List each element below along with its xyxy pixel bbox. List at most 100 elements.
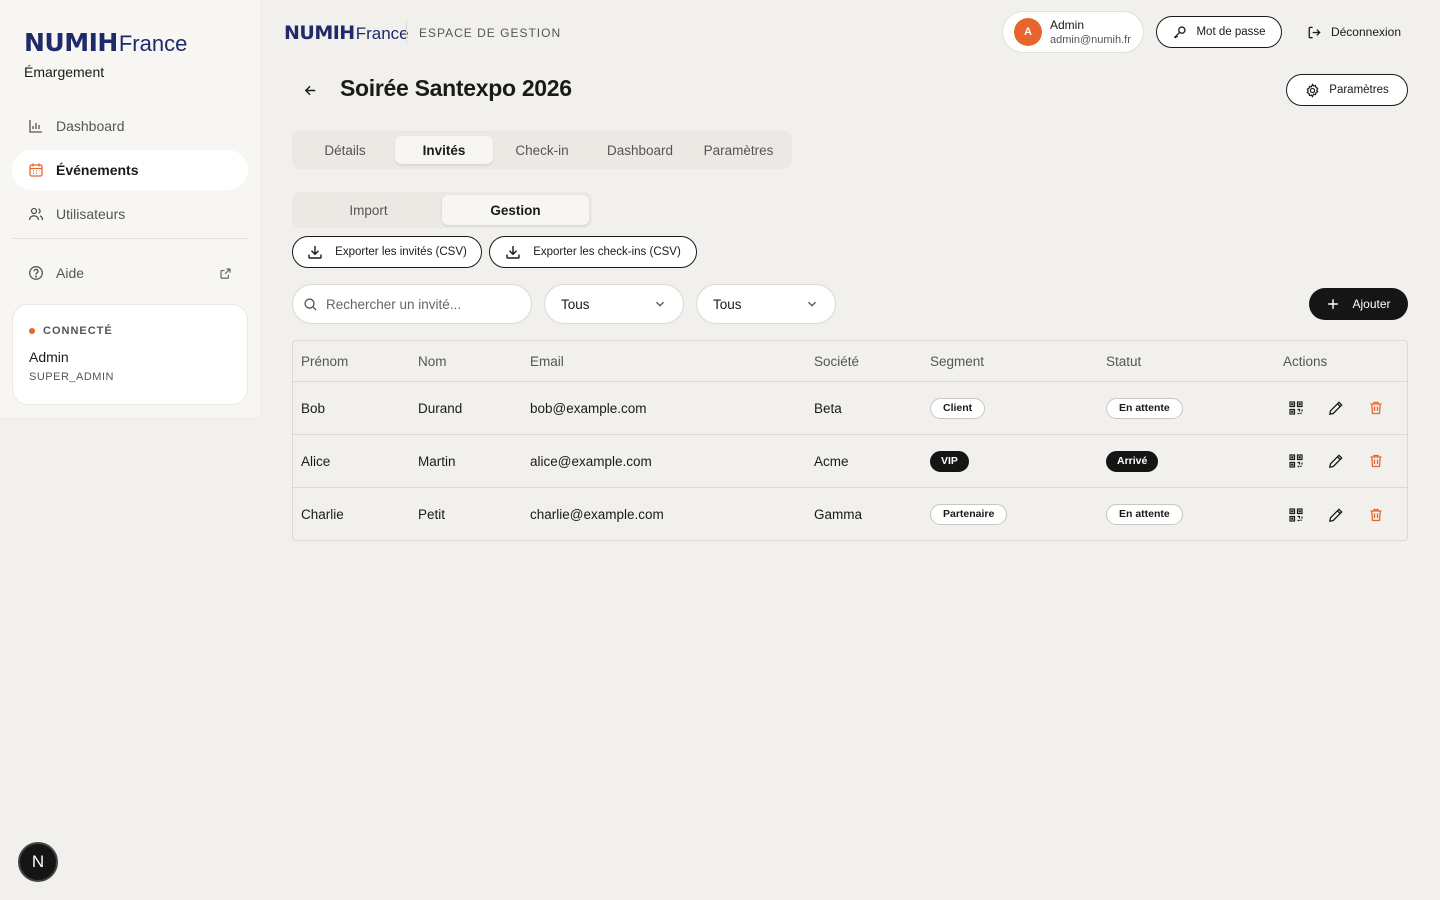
segment-badge: Partenaire — [930, 504, 1008, 525]
sidebar-nav: Dashboard Événements Utilisateurs Aide — [12, 106, 248, 297]
account-name: Admin — [1050, 18, 1085, 32]
logout-button[interactable]: Déconnexion — [1296, 16, 1412, 48]
column-header[interactable]: Société — [806, 354, 922, 369]
trash-icon — [1370, 508, 1382, 521]
header-section-label: ESPACE DE GESTION — [419, 26, 562, 40]
cell-status: En attente — [1098, 397, 1275, 419]
logo-main: NUMIH — [24, 28, 118, 57]
key-icon — [1174, 25, 1187, 38]
logout-icon — [1308, 26, 1321, 38]
column-header[interactable]: Segment — [922, 354, 1098, 369]
delete-button[interactable] — [1365, 397, 1387, 419]
sidebar-item-dashboard[interactable]: Dashboard — [12, 106, 248, 146]
segment-filter-select[interactable]: Tous — [544, 284, 684, 324]
trash-icon — [1370, 401, 1382, 415]
back-button[interactable] — [298, 78, 322, 102]
subtab-import[interactable]: Import — [295, 195, 442, 225]
gear-icon — [1306, 82, 1319, 98]
qr-code-button[interactable] — [1285, 450, 1307, 472]
event-settings-button[interactable]: Paramètres — [1286, 74, 1408, 106]
chevron-down-icon — [808, 301, 816, 307]
guest-subtabs: Import Gestion — [292, 192, 592, 228]
export-checkins-label: Exporter les check-ins (CSV) — [533, 246, 681, 258]
qr-code-icon — [1289, 401, 1303, 415]
pencil-icon — [1328, 507, 1343, 522]
search-input[interactable] — [326, 296, 516, 312]
event-tabs: Détails Invités Check-in Dashboard Param… — [292, 131, 792, 169]
logout-label: Déconnexion — [1330, 25, 1402, 39]
logo: NUMIH France — [24, 28, 187, 57]
add-guest-label: Ajouter — [1352, 297, 1391, 311]
pencil-icon — [1328, 401, 1343, 416]
help-icon — [29, 266, 43, 280]
help-left: Aide — [28, 265, 84, 281]
users-icon — [28, 207, 44, 221]
cell-first-name: Bob — [301, 400, 326, 416]
qr-code-button[interactable] — [1285, 397, 1307, 419]
logo-sub: France — [355, 24, 409, 43]
cell-email: charlie@example.com — [530, 507, 664, 522]
status-dot — [29, 328, 35, 334]
tab-parametres[interactable]: Paramètres — [689, 136, 788, 164]
change-password-button[interactable]: Mot de passe — [1156, 16, 1282, 48]
guests-table: Prénom Nom Email Société Segment Statut … — [292, 340, 1408, 541]
logo-main: NUMIH — [284, 22, 355, 44]
dev-tools-badge[interactable]: N — [18, 842, 58, 882]
sidebar-item-label: Dashboard — [56, 118, 125, 134]
edit-button[interactable] — [1325, 504, 1347, 526]
search-icon — [304, 297, 317, 311]
sidebar-item-utilisateurs[interactable]: Utilisateurs — [12, 194, 248, 234]
arrow-left-icon — [304, 85, 315, 95]
trash-icon — [1370, 454, 1382, 468]
account-email: admin@numih.fr — [1050, 34, 1131, 46]
sidebar-item-label: Aide — [56, 265, 85, 281]
qr-code-button[interactable] — [1285, 504, 1307, 526]
column-header[interactable]: Nom — [410, 354, 522, 369]
session-user-role: SUPER_ADMIN — [29, 371, 114, 383]
cell-company: Beta — [814, 400, 842, 416]
tab-check-in[interactable]: Check-in — [493, 136, 591, 164]
select-value: Tous — [713, 296, 742, 312]
sidebar-item-aide[interactable]: Aide — [12, 253, 248, 293]
status-filter-select[interactable]: Tous — [696, 284, 836, 324]
column-header[interactable]: Email — [522, 354, 806, 369]
column-header: Actions — [1283, 353, 1328, 369]
tab-details[interactable]: Détails — [295, 136, 395, 164]
column-header[interactable]: Prénom — [293, 354, 410, 369]
account-chip[interactable]: A Admin admin@numih.fr — [1002, 11, 1144, 53]
edit-button[interactable] — [1325, 450, 1347, 472]
column-header[interactable]: Statut — [1098, 354, 1275, 369]
sidebar-item-evenements[interactable]: Événements — [12, 150, 248, 190]
cell-segment: VIP — [922, 450, 1098, 472]
cell-actions — [1275, 397, 1405, 419]
cell-segment: Client — [922, 397, 1098, 419]
cell-company: Gamma — [814, 507, 863, 522]
status-badge: Arrivé — [1106, 450, 1159, 472]
delete-button[interactable] — [1365, 504, 1387, 526]
export-checkins-button[interactable]: Exporter les check-ins (CSV) — [489, 236, 697, 268]
table-row: Bob Durand bob@example.com Beta Client E… — [293, 382, 1407, 435]
plus-icon — [1328, 299, 1339, 309]
tab-invites[interactable]: Invités — [395, 136, 493, 164]
status-badge: En attente — [1106, 397, 1183, 419]
sidebar-item-label: Événements — [56, 162, 139, 178]
tab-dashboard[interactable]: Dashboard — [591, 136, 689, 164]
cell-segment: Partenaire — [922, 504, 1098, 525]
cell-last-name: Martin — [418, 453, 456, 469]
edit-button[interactable] — [1325, 397, 1347, 419]
chevron-down-icon — [656, 301, 664, 307]
table-row: Alice Martin alice@example.com Acme VIP … — [293, 435, 1407, 488]
avatar: A — [1014, 18, 1042, 46]
cell-company: Acme — [814, 453, 849, 469]
app-name: Émargement — [24, 64, 105, 80]
status-badge: En attente — [1106, 504, 1183, 525]
calendar-icon — [29, 163, 43, 177]
delete-button[interactable] — [1365, 450, 1387, 472]
table-row: Charlie Petit charlie@example.com Gamma … — [293, 488, 1407, 541]
export-guests-button[interactable]: Exporter les invités (CSV) — [292, 236, 482, 268]
segment-badge: VIP — [930, 450, 969, 472]
subtab-gestion[interactable]: Gestion — [442, 195, 589, 225]
add-guest-button[interactable]: Ajouter — [1309, 288, 1408, 320]
cell-actions — [1275, 450, 1405, 472]
qr-code-icon — [1289, 454, 1303, 468]
